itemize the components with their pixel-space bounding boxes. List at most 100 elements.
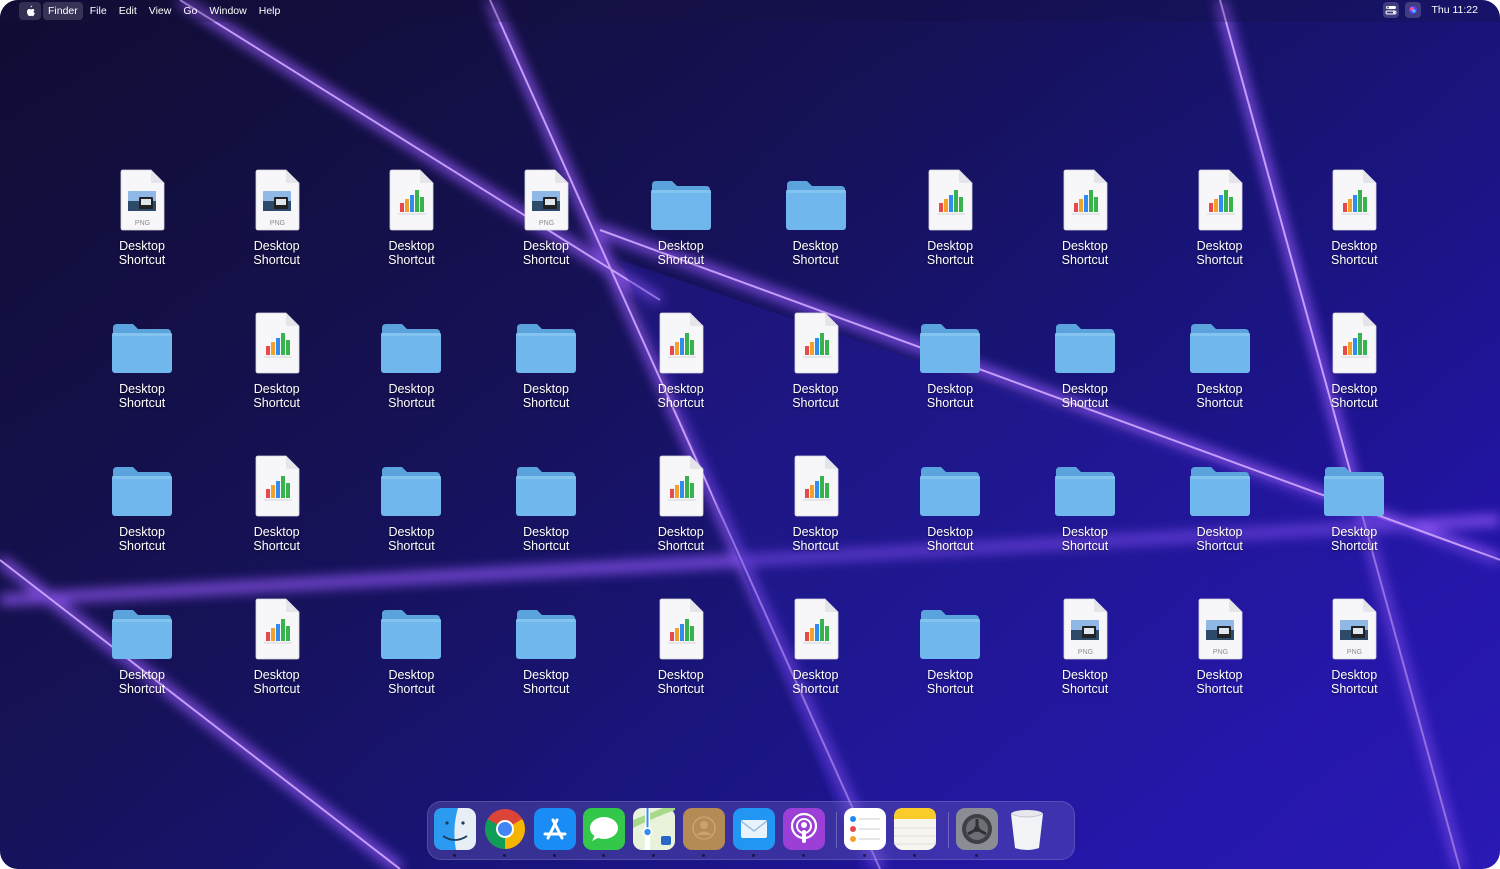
desktop-item-label: Desktop Shortcut xyxy=(501,239,591,267)
desktop-item-png[interactable]: PNG Desktop Shortcut xyxy=(210,165,344,285)
desktop-item-chart[interactable]: Desktop Shortcut xyxy=(614,308,748,428)
desktop-item-folder[interactable]: Desktop Shortcut xyxy=(479,594,613,714)
running-indicator xyxy=(602,854,606,857)
desktop-item-chart[interactable]: Desktop Shortcut xyxy=(210,594,344,714)
folder-icon xyxy=(648,165,714,231)
desktop-item-folder[interactable]: Desktop Shortcut xyxy=(479,451,613,571)
dock-app-trash[interactable] xyxy=(1006,808,1048,850)
desktop-item-label: Desktop Shortcut xyxy=(1040,382,1130,410)
dock-app-contacts[interactable] xyxy=(683,808,725,857)
running-indicator xyxy=(502,854,506,857)
running-indicator xyxy=(913,854,917,857)
desktop-item-folder[interactable]: Desktop Shortcut xyxy=(883,451,1017,571)
desktop-item-folder[interactable]: Desktop Shortcut xyxy=(883,594,1017,714)
mail-icon xyxy=(732,808,775,855)
desktop-item-png[interactable]: PNG Desktop Shortcut xyxy=(75,165,209,285)
dock-app-mail[interactable] xyxy=(732,808,775,857)
podcasts-icon xyxy=(782,808,825,855)
dock-app-messages[interactable] xyxy=(583,808,626,857)
desktop-item-png[interactable]: PNG Desktop Shortcut xyxy=(1287,594,1421,714)
app-store-icon xyxy=(533,808,576,855)
desktop-item-folder[interactable]: Desktop Shortcut xyxy=(344,308,478,428)
desktop-item-chart[interactable]: Desktop Shortcut xyxy=(1153,165,1287,285)
desktop-item-folder[interactable]: Desktop Shortcut xyxy=(883,308,1017,428)
numbers-document-icon xyxy=(648,594,714,660)
desktop-item-label: Desktop Shortcut xyxy=(1175,239,1265,267)
dock-separator xyxy=(948,812,949,848)
dock-app-system-preferences[interactable] xyxy=(956,808,998,857)
label-line-1: Desktop xyxy=(792,382,839,396)
desktop-item-folder[interactable]: Desktop Shortcut xyxy=(1018,308,1152,428)
label-line-1: Desktop xyxy=(388,668,435,682)
menu-go[interactable]: Go xyxy=(178,2,202,20)
label-line-1: Desktop xyxy=(253,382,300,396)
desktop-item-folder[interactable]: Desktop Shortcut xyxy=(1287,451,1421,571)
menu-edit[interactable]: Edit xyxy=(114,2,142,20)
desktop-item-label: Desktop Shortcut xyxy=(1309,239,1399,267)
desktop-item-chart[interactable]: Desktop Shortcut xyxy=(614,594,748,714)
desktop-item-chart[interactable]: Desktop Shortcut xyxy=(883,165,1017,285)
desktop-item-label: Desktop Shortcut xyxy=(232,525,322,553)
desktop-item-label: Desktop Shortcut xyxy=(905,525,995,553)
desktop-item-folder[interactable]: Desktop Shortcut xyxy=(344,451,478,571)
desktop-item-folder[interactable]: Desktop Shortcut xyxy=(75,594,209,714)
desktop-item-png[interactable]: PNG Desktop Shortcut xyxy=(479,165,613,285)
menu-file[interactable]: File xyxy=(85,2,112,20)
desktop-item-folder[interactable]: Desktop Shortcut xyxy=(749,165,883,285)
label-line-1: Desktop xyxy=(657,239,704,253)
desktop-item-chart[interactable]: Desktop Shortcut xyxy=(1018,165,1152,285)
dock-app-notes[interactable] xyxy=(894,808,937,857)
menu-finder[interactable]: Finder xyxy=(43,2,83,20)
dock-app-chrome[interactable] xyxy=(484,808,526,857)
numbers-document-icon xyxy=(648,308,714,374)
menu-help[interactable]: Help xyxy=(254,2,286,20)
label-line-1: Desktop xyxy=(253,525,300,539)
label-line-1: Desktop xyxy=(1196,668,1243,682)
menu-view[interactable]: View xyxy=(144,2,177,20)
desktop-item-chart[interactable]: Desktop Shortcut xyxy=(210,451,344,571)
label-line-1: Desktop xyxy=(657,668,704,682)
label-line-2: Shortcut xyxy=(926,539,974,553)
desktop-item-chart[interactable]: Desktop Shortcut xyxy=(210,308,344,428)
siri-icon[interactable] xyxy=(1405,2,1422,18)
desktop-item-folder[interactable]: Desktop Shortcut xyxy=(479,308,613,428)
desktop-item-folder[interactable]: Desktop Shortcut xyxy=(344,594,478,714)
desktop-item-chart[interactable]: Desktop Shortcut xyxy=(1287,165,1421,285)
desktop-item-chart[interactable]: Desktop Shortcut xyxy=(614,451,748,571)
desktop-item-folder[interactable]: Desktop Shortcut xyxy=(75,308,209,428)
dock-app-maps[interactable] xyxy=(633,808,676,857)
folder-icon xyxy=(917,308,983,374)
desktop-item-chart[interactable]: Desktop Shortcut xyxy=(749,308,883,428)
desktop-item-label: Desktop Shortcut xyxy=(501,525,591,553)
label-line-1: Desktop xyxy=(1331,239,1378,253)
desktop-item-chart[interactable]: Desktop Shortcut xyxy=(749,451,883,571)
dock-app-app-store[interactable] xyxy=(533,808,576,857)
apple-menu-button[interactable] xyxy=(19,2,41,20)
desktop-item-folder[interactable]: Desktop Shortcut xyxy=(75,451,209,571)
desktop-item-folder[interactable]: Desktop Shortcut xyxy=(1018,451,1152,571)
svg-text:PNG: PNG xyxy=(1213,649,1228,656)
desktop-item-folder[interactable]: Desktop Shortcut xyxy=(1153,451,1287,571)
desktop-item-chart[interactable]: Desktop Shortcut xyxy=(1287,308,1421,428)
control-center-icon[interactable] xyxy=(1383,2,1400,18)
dock-app-reminders[interactable] xyxy=(844,808,887,857)
desktop-item-label: Desktop Shortcut xyxy=(1175,668,1265,696)
folder-icon xyxy=(917,451,983,517)
desktop-item-label: Desktop Shortcut xyxy=(636,382,726,410)
numbers-document-icon xyxy=(1321,308,1387,374)
numbers-document-icon xyxy=(1321,165,1387,231)
menubar-clock[interactable]: Thu 11:22 xyxy=(1431,4,1478,16)
desktop-item-label: Desktop Shortcut xyxy=(771,382,861,410)
label-line-1: Desktop xyxy=(253,668,300,682)
desktop-item-png[interactable]: PNG Desktop Shortcut xyxy=(1153,594,1287,714)
desktop-item-png[interactable]: PNG Desktop Shortcut xyxy=(1018,594,1152,714)
desktop-item-label: Desktop Shortcut xyxy=(501,668,591,696)
desktop-item-chart[interactable]: Desktop Shortcut xyxy=(344,165,478,285)
dock-app-finder[interactable] xyxy=(434,808,476,857)
menu-window[interactable]: Window xyxy=(204,2,251,20)
desktop-item-folder[interactable]: Desktop Shortcut xyxy=(1153,308,1287,428)
desktop-item-chart[interactable]: Desktop Shortcut xyxy=(749,594,883,714)
desktop-item-folder[interactable]: Desktop Shortcut xyxy=(614,165,748,285)
dock-app-podcasts[interactable] xyxy=(782,808,825,857)
png-image-icon: PNG xyxy=(513,165,579,231)
